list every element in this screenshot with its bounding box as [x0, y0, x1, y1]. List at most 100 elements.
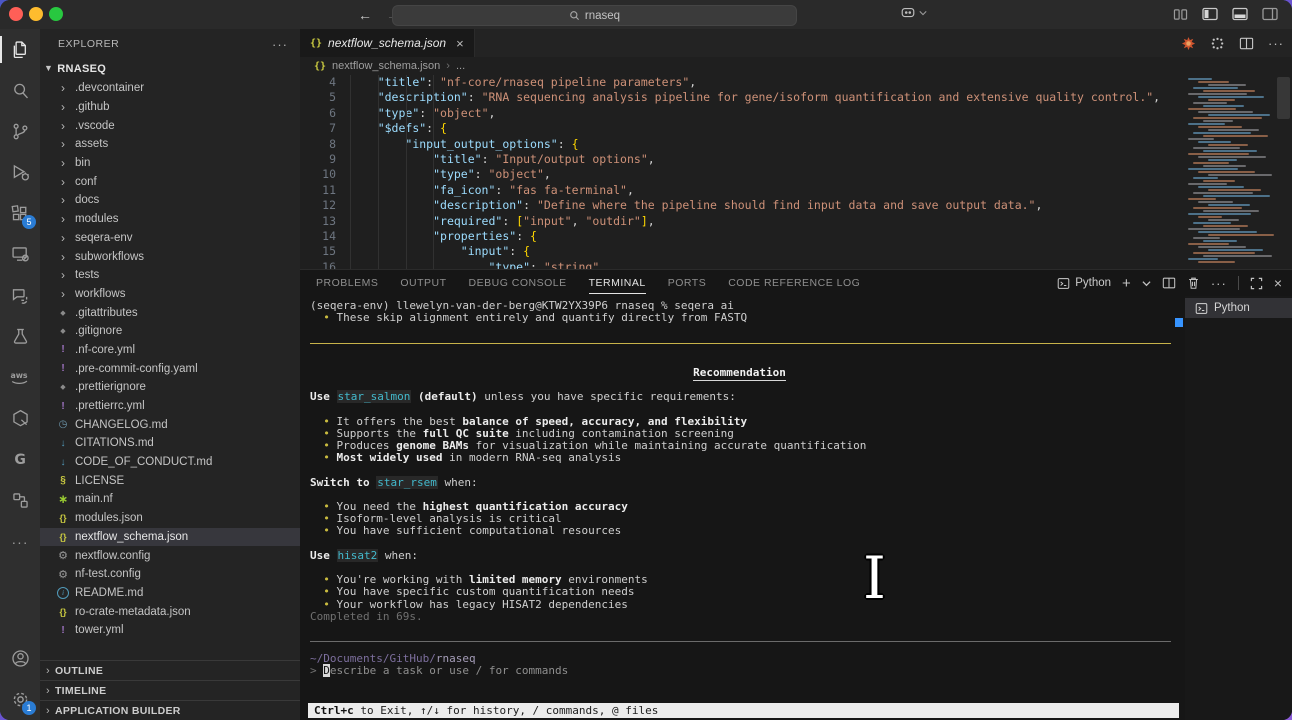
- amazon-q-icon[interactable]: [0, 398, 40, 439]
- folder-icon: ›: [57, 100, 69, 114]
- aws-icon[interactable]: aws: [0, 357, 40, 398]
- tree-item-modules-json[interactable]: {}modules.json: [40, 509, 300, 528]
- command-center-search[interactable]: rnaseq: [392, 5, 797, 26]
- folder-icon: ›: [57, 287, 69, 301]
- folder-icon: ›: [57, 137, 69, 151]
- svg-text:aws: aws: [10, 371, 27, 380]
- split-terminal-icon[interactable]: [1162, 276, 1176, 290]
- panel-more-actions-icon[interactable]: ···: [1211, 276, 1227, 291]
- copilot-menu[interactable]: [900, 6, 927, 20]
- settings-gear-icon[interactable]: 1: [0, 679, 40, 720]
- tree-item-readme-md[interactable]: iREADME.md: [40, 584, 300, 603]
- accounts-icon[interactable]: [0, 638, 40, 679]
- terminal-blank-line: [310, 324, 1185, 336]
- panel-tab-debug-console[interactable]: DEBUG CONSOLE: [469, 270, 567, 296]
- tree-item-seqera-env[interactable]: ›seqera-env: [40, 229, 300, 248]
- tree-item-workflows[interactable]: ›workflows: [40, 285, 300, 304]
- maximize-panel-icon[interactable]: [1250, 277, 1263, 290]
- tree-item-assets[interactable]: ›assets: [40, 135, 300, 154]
- split-editor-icon[interactable]: [1239, 36, 1254, 51]
- tree-item-code-of-conduct-md[interactable]: ↓CODE_OF_CONDUCT.md: [40, 453, 300, 472]
- tree-item--nf-core-yml[interactable]: !.nf-core.yml: [40, 341, 300, 360]
- zoom-window-button[interactable]: [49, 7, 63, 21]
- toggle-secondary-sidebar-icon[interactable]: [1262, 7, 1278, 21]
- panel-tab-code-reference-log[interactable]: CODE REFERENCE LOG: [728, 270, 860, 296]
- tree-item--prettierignore[interactable]: ◆.prettierignore: [40, 378, 300, 397]
- sidebar-sections: ›OUTLINE›TIMELINE›APPLICATION BUILDER: [40, 660, 300, 720]
- tree-item-docs[interactable]: ›docs: [40, 191, 300, 210]
- panel-tab-problems[interactable]: PROBLEMS: [316, 270, 378, 296]
- tree-item--github[interactable]: ›.github: [40, 98, 300, 117]
- toggle-panel-icon[interactable]: [1232, 7, 1248, 21]
- tree-item-main-nf[interactable]: ∗main.nf: [40, 490, 300, 509]
- section-application-builder[interactable]: ›APPLICATION BUILDER: [40, 700, 300, 720]
- extension-spark-icon[interactable]: [1181, 36, 1196, 51]
- tree-item-conf[interactable]: ›conf: [40, 172, 300, 191]
- minimap[interactable]: [1186, 75, 1272, 269]
- tree-item-subworkflows[interactable]: ›subworkflows: [40, 247, 300, 266]
- toggle-primary-sidebar-icon[interactable]: [1202, 7, 1218, 21]
- tree-item--prettierrc-yml[interactable]: !.prettierrc.yml: [40, 397, 300, 416]
- search-sidebar-icon[interactable]: [0, 70, 40, 111]
- terminal-dropdown-icon[interactable]: [1142, 280, 1151, 287]
- back-arrow-icon[interactable]: ←: [358, 7, 372, 23]
- more-views-icon[interactable]: ···: [0, 521, 40, 562]
- explorer-sidebar: EXPLORER ··· ▼ RNASEQ ›.devcontainer›.gi…: [40, 29, 300, 720]
- new-terminal-icon[interactable]: +: [1122, 275, 1131, 292]
- tree-item--gitattributes[interactable]: ◆.gitattributes: [40, 303, 300, 322]
- workspace-root-rnaseq[interactable]: ▼ RNASEQ: [40, 59, 300, 79]
- section-outline[interactable]: ›OUTLINE: [40, 660, 300, 680]
- extensions-icon[interactable]: 5: [0, 193, 40, 234]
- terminal-profile-label[interactable]: Python: [1057, 277, 1111, 290]
- tree-item-bin[interactable]: ›bin: [40, 154, 300, 173]
- editor-scrollbar[interactable]: [1277, 77, 1290, 119]
- testing-icon[interactable]: [0, 316, 40, 357]
- tree-item-nf-test-config[interactable]: ⚙nf-test.config: [40, 565, 300, 584]
- source-control-icon[interactable]: [0, 111, 40, 152]
- containers-icon[interactable]: [0, 480, 40, 521]
- kill-terminal-icon[interactable]: [1187, 276, 1200, 290]
- section-timeline[interactable]: ›TIMELINE: [40, 680, 300, 700]
- close-panel-icon[interactable]: ×: [1274, 275, 1282, 291]
- editor-more-actions-icon[interactable]: ···: [1268, 36, 1284, 51]
- panel-tab-output[interactable]: OUTPUT: [400, 270, 446, 296]
- run-debug-icon[interactable]: [0, 152, 40, 193]
- tree-item-nextflow-schema-json[interactable]: {}nextflow_schema.json: [40, 528, 300, 547]
- explorer-icon[interactable]: [0, 29, 40, 70]
- tree-item--gitignore[interactable]: ◆.gitignore: [40, 322, 300, 341]
- minimize-window-button[interactable]: [29, 7, 43, 21]
- close-tab-icon[interactable]: ×: [456, 36, 464, 51]
- close-window-button[interactable]: [9, 7, 23, 21]
- tree-item-citations-md[interactable]: ↓CITATIONS.md: [40, 434, 300, 453]
- panel-tab-ports[interactable]: PORTS: [668, 270, 706, 296]
- search-value: rnaseq: [585, 10, 620, 22]
- code-editor[interactable]: 4 "title": "nf-core/rnaseq pipeline para…: [300, 75, 1292, 269]
- panel-tab-terminal[interactable]: TERMINAL: [589, 270, 646, 296]
- editor-grid-icon[interactable]: [1173, 8, 1188, 21]
- code-line-10: 10 "type": "object",: [300, 167, 1292, 182]
- schema-dots-icon[interactable]: [1210, 36, 1225, 51]
- folder-icon: ›: [57, 175, 69, 189]
- terminal-scrollbar-indicator[interactable]: [1175, 318, 1183, 327]
- tree-item-license[interactable]: §LICENSE: [40, 471, 300, 490]
- tree-item--vscode[interactable]: ›.vscode: [40, 116, 300, 135]
- tree-item-nextflow-config[interactable]: ⚙nextflow.config: [40, 546, 300, 565]
- breadcrumb[interactable]: {} nextflow_schema.json › ...: [300, 57, 1292, 75]
- tree-item--pre-commit-config-yaml[interactable]: !.pre-commit-config.yaml: [40, 359, 300, 378]
- tree-item-changelog-md[interactable]: ◷CHANGELOG.md: [40, 415, 300, 434]
- folder-icon: ›: [57, 156, 69, 170]
- tab-nextflow-schema[interactable]: {} nextflow_schema.json ×: [300, 29, 475, 57]
- gitlens-icon[interactable]: G: [0, 439, 40, 480]
- tree-item-ro-crate-metadata-json[interactable]: {}ro-crate-metadata.json: [40, 602, 300, 621]
- tree-item-modules[interactable]: ›modules: [40, 210, 300, 229]
- explorer-actions-icon[interactable]: ···: [272, 37, 288, 52]
- code-line-11: 11 "fa_icon": "fas fa-terminal",: [300, 183, 1292, 198]
- tree-item-tests[interactable]: ›tests: [40, 266, 300, 285]
- terminal-output[interactable]: (seqera-env) llewelyn-van-der-berg@KTW2Y…: [300, 296, 1185, 720]
- titlebar: ← → rnaseq: [0, 0, 1292, 29]
- chat-sync-icon[interactable]: [0, 275, 40, 316]
- tree-item-tower-yml[interactable]: !tower.yml: [40, 621, 300, 640]
- remote-explorer-icon[interactable]: [0, 234, 40, 275]
- tree-item--devcontainer[interactable]: ›.devcontainer: [40, 79, 300, 98]
- terminal-list-item-python[interactable]: Python: [1185, 298, 1292, 318]
